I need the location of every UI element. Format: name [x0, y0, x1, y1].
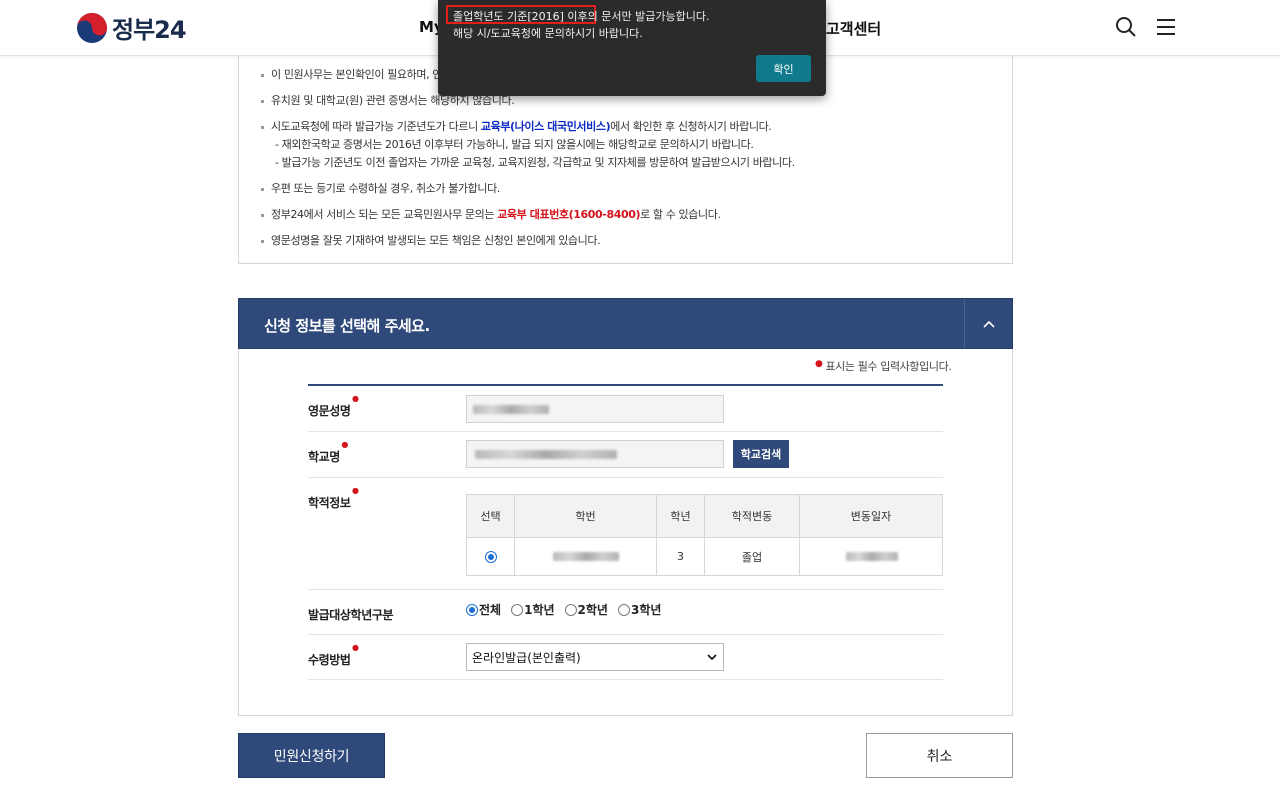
logo-text: 정부24 [112, 16, 187, 44]
record-select-radio[interactable] [484, 551, 497, 563]
row-divider [308, 634, 943, 635]
dialog-message-line2: 해당 시/도교육청에 문의하시기 바랍니다. [453, 27, 643, 40]
receive-method-label: 수령방법 ● [308, 643, 359, 667]
apply-button[interactable]: 민원신청하기 [238, 733, 385, 778]
table-row[interactable]: 3 졸업 [466, 537, 943, 576]
neis-link[interactable]: 교육부(나이스 대국민서비스) [481, 120, 611, 133]
redacted-value [553, 552, 619, 561]
column-header: 선택 [466, 494, 515, 538]
grade-option-all[interactable]: 전체 [466, 601, 501, 618]
grade-cell: 3 [656, 537, 705, 576]
form-top-divider [308, 384, 943, 386]
status-cell: 졸업 [704, 537, 800, 576]
section-title: 신청 정보를 선택해 주세요. [264, 317, 430, 335]
radio-button[interactable] [564, 603, 577, 616]
notice-item: 영문성명을 잘못 기재하여 발생되는 모든 책임은 신청인 본인에게 있습니다. [261, 232, 795, 250]
required-dot-icon: ● [351, 486, 359, 495]
redacted-value [473, 405, 549, 414]
cancel-button[interactable]: 취소 [866, 733, 1013, 778]
row-divider [308, 679, 943, 680]
dialog-ok-button[interactable]: 확인 [756, 55, 811, 82]
required-dot-icon: ● [351, 643, 359, 652]
row-divider [308, 431, 943, 432]
grade-option-2[interactable]: 2학년 [564, 601, 608, 618]
dialog-message-line1: 졸업학년도 기준[2016] 이후의 문서만 발급가능합니다. [453, 10, 710, 23]
change-date-cell [799, 537, 943, 576]
redacted-value [475, 450, 617, 459]
select-cell [466, 537, 515, 576]
academic-info-table: 선택 학번 학년 학적변동 변동일자 3 졸업 [466, 494, 943, 576]
academic-info-label: 학적정보 ● [308, 486, 359, 510]
required-dot-icon: ● [815, 359, 823, 369]
chevron-up-icon [982, 320, 995, 328]
column-header: 학적변동 [704, 494, 800, 538]
section-header: 신청 정보를 선택해 주세요. [238, 298, 1013, 349]
grade-option-1[interactable]: 1학년 [511, 601, 555, 618]
notice-subitem: - 재외한국학교 증명서는 2016년 이후부터 가능하니, 발급 되지 않을시… [275, 138, 754, 151]
english-name-field[interactable] [466, 395, 724, 423]
logo[interactable]: 정부24 [76, 10, 187, 45]
school-name-field[interactable] [466, 440, 724, 468]
english-name-label: 영문성명 ● [308, 394, 359, 418]
redacted-value [846, 552, 898, 561]
required-dot-icon: ● [341, 440, 348, 449]
student-number-cell [514, 537, 657, 576]
radio-button[interactable] [466, 603, 478, 616]
column-header: 학번 [514, 494, 657, 538]
nav-customer-center[interactable]: 고객센터 [826, 18, 881, 39]
chevron-down-icon [707, 654, 717, 661]
notice-item: 정부24에서 서비스 되는 모든 교육민원사무 문의는 교육부 대표번호(160… [261, 206, 795, 224]
row-divider [308, 477, 943, 478]
hotline-number: 교육부 대표번호(1600-8400) [497, 208, 641, 221]
required-dot-icon: ● [351, 394, 359, 403]
notice-item: 우편 또는 등기로 수령하실 경우, 취소가 불가합니다. [261, 180, 795, 198]
table-header-row: 선택 학번 학년 학적변동 변동일자 [466, 494, 943, 538]
collapse-toggle[interactable] [964, 299, 1012, 348]
required-note: ● 표시는 필수 입력사항입니다. [815, 359, 952, 373]
radio-button[interactable] [511, 603, 524, 616]
radio-button[interactable] [617, 603, 630, 616]
notice-subitem: - 발급가능 기준년도 이전 졸업자는 가까운 교육청, 교육지원청, 각급학교… [275, 156, 795, 169]
school-name-label: 학교명 ● [308, 440, 348, 464]
receive-method-select[interactable]: 온라인발급(본인출력) [466, 643, 724, 671]
taegeuk-logo-icon [77, 12, 107, 43]
notice-item: 시도교육청에 따라 발급가능 기준년도가 다르니 교육부(나이스 대국민서비스)… [261, 118, 795, 136]
school-search-button[interactable]: 학교검색 [733, 440, 789, 468]
grade-target-options: 전체 1학년 2학년 3학년 [466, 601, 661, 618]
row-divider [308, 589, 943, 590]
grade-target-label: 발급대상학년구분 [308, 608, 394, 622]
hamburger-menu-icon[interactable] [1154, 15, 1178, 39]
column-header: 변동일자 [799, 494, 943, 538]
search-icon[interactable] [1114, 15, 1138, 39]
column-header: 학년 [656, 494, 705, 538]
grade-option-3[interactable]: 3학년 [617, 601, 661, 618]
alert-dialog: 졸업학년도 기준[2016] 이후의 문서만 발급가능합니다. 해당 시/도교육… [438, 0, 826, 96]
